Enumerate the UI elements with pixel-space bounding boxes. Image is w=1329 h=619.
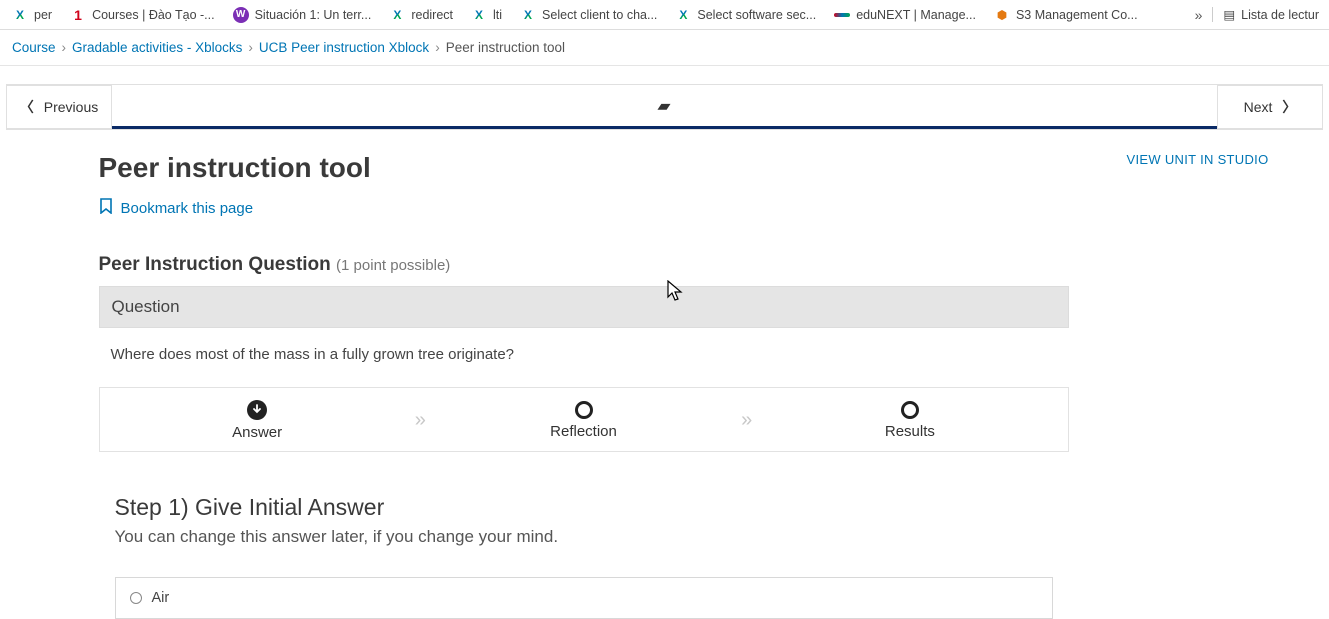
favicon-icon: ⬢: [994, 7, 1010, 23]
bookmark-icon: [99, 198, 113, 218]
step-results: Results: [752, 401, 1067, 440]
step-pending-icon: [901, 401, 919, 419]
chevron-right-icon: ›: [62, 40, 67, 55]
browser-bookmarks-bar: X per 1 Courses | Đào Tạo -... W Situaci…: [0, 0, 1329, 30]
bookmark-label: Select software sec...: [697, 8, 816, 22]
reading-list-label: Lista de lectur: [1241, 8, 1319, 22]
bookmark-item[interactable]: X Select client to cha...: [512, 3, 665, 27]
question-text: Where does most of the mass in a fully g…: [99, 346, 1069, 387]
bookmark-item[interactable]: X lti: [463, 3, 510, 27]
bookmark-label: Select client to cha...: [542, 8, 657, 22]
bookmark-page-label: Bookmark this page: [121, 200, 254, 217]
view-in-studio-link[interactable]: VIEW UNIT IN STUDIO: [1127, 152, 1269, 167]
chevron-right-double-icon: »: [415, 409, 426, 432]
breadcrumb-link[interactable]: Course: [12, 40, 56, 55]
bookmark-label: redirect: [411, 8, 453, 22]
favicon-icon: 1: [70, 7, 86, 23]
reading-list-button[interactable]: ▤ Lista de lectur: [1212, 7, 1319, 22]
step-current-icon: [247, 400, 267, 420]
favicon-icon: [834, 7, 850, 23]
favicon-icon: X: [520, 7, 536, 23]
answer-option[interactable]: Air: [115, 577, 1053, 619]
bookmark-item[interactable]: X per: [4, 3, 60, 27]
step-reflection: Reflection: [426, 401, 741, 440]
breadcrumb-link[interactable]: UCB Peer instruction Xblock: [259, 40, 429, 55]
bookmark-item[interactable]: W Situación 1: Un terr...: [225, 3, 380, 27]
breadcrumb-current: Peer instruction tool: [446, 40, 565, 55]
chevron-right-icon: ›: [435, 40, 440, 55]
previous-button[interactable]: 〈 Previous: [6, 85, 112, 129]
sequence-tab[interactable]: ▰: [112, 85, 1217, 129]
question-points: (1 point possible): [336, 257, 450, 274]
bookmark-label: Situación 1: Un terr...: [255, 8, 372, 22]
favicon-icon: W: [233, 7, 249, 23]
favicon-icon: X: [389, 7, 405, 23]
bookmarks-overflow: » ▤ Lista de lectur: [1195, 7, 1325, 23]
chevron-right-double-icon: »: [741, 409, 752, 432]
step-label: Results: [885, 423, 935, 440]
book-icon: ▰: [657, 96, 672, 116]
page-title: Peer instruction tool: [99, 152, 1231, 184]
bookmark-label: per: [34, 8, 52, 22]
content-area: VIEW UNIT IN STUDIO Peer instruction too…: [99, 130, 1231, 619]
chevron-right-icon: 〉: [1282, 97, 1296, 117]
bookmark-item[interactable]: ⬢ S3 Management Co...: [986, 3, 1146, 27]
bookmark-item[interactable]: eduNEXT | Manage...: [826, 3, 984, 27]
answer-option-label: Air: [152, 590, 170, 606]
sequence-nav: 〈 Previous ▰ Next 〉: [6, 84, 1323, 130]
previous-label: Previous: [44, 99, 98, 115]
step-pending-icon: [575, 401, 593, 419]
bookmark-page-link[interactable]: Bookmark this page: [99, 198, 1231, 218]
favicon-icon: X: [12, 7, 28, 23]
step1-title: Step 1) Give Initial Answer: [115, 494, 1053, 521]
step1-description: You can change this answer later, if you…: [115, 527, 1053, 547]
chevron-left-icon: 〈: [20, 97, 34, 117]
next-label: Next: [1244, 99, 1273, 115]
bookmark-label: Courses | Đào Tạo -...: [92, 8, 215, 22]
step-label: Answer: [232, 424, 282, 441]
step-answer: Answer: [100, 400, 415, 441]
breadcrumb-link[interactable]: Gradable activities - Xblocks: [72, 40, 242, 55]
question-heading: Peer Instruction Question (1 point possi…: [99, 254, 1231, 276]
question-box-label: Question: [99, 286, 1069, 328]
bookmark-label: lti: [493, 8, 502, 22]
step1-section: Step 1) Give Initial Answer You can chan…: [99, 494, 1069, 619]
bookmark-item[interactable]: 1 Courses | Đào Tạo -...: [62, 3, 223, 27]
favicon-icon: X: [471, 7, 487, 23]
bookmark-label: eduNEXT | Manage...: [856, 8, 976, 22]
reading-list-icon: ▤: [1223, 7, 1235, 22]
bookmark-item[interactable]: X Select software sec...: [667, 3, 824, 27]
question-heading-text: Peer Instruction Question: [99, 254, 331, 275]
bookmark-label: S3 Management Co...: [1016, 8, 1138, 22]
step-label: Reflection: [550, 423, 617, 440]
next-button[interactable]: Next 〉: [1217, 85, 1323, 129]
step-indicator: Answer » Reflection » Results: [99, 387, 1069, 452]
bookmark-item[interactable]: X redirect: [381, 3, 461, 27]
radio-icon: [130, 592, 142, 604]
breadcrumb: Course › Gradable activities - Xblocks ›…: [0, 30, 1329, 66]
favicon-icon: X: [675, 7, 691, 23]
chevron-right-icon: ›: [248, 40, 253, 55]
overflow-icon[interactable]: »: [1195, 7, 1203, 23]
